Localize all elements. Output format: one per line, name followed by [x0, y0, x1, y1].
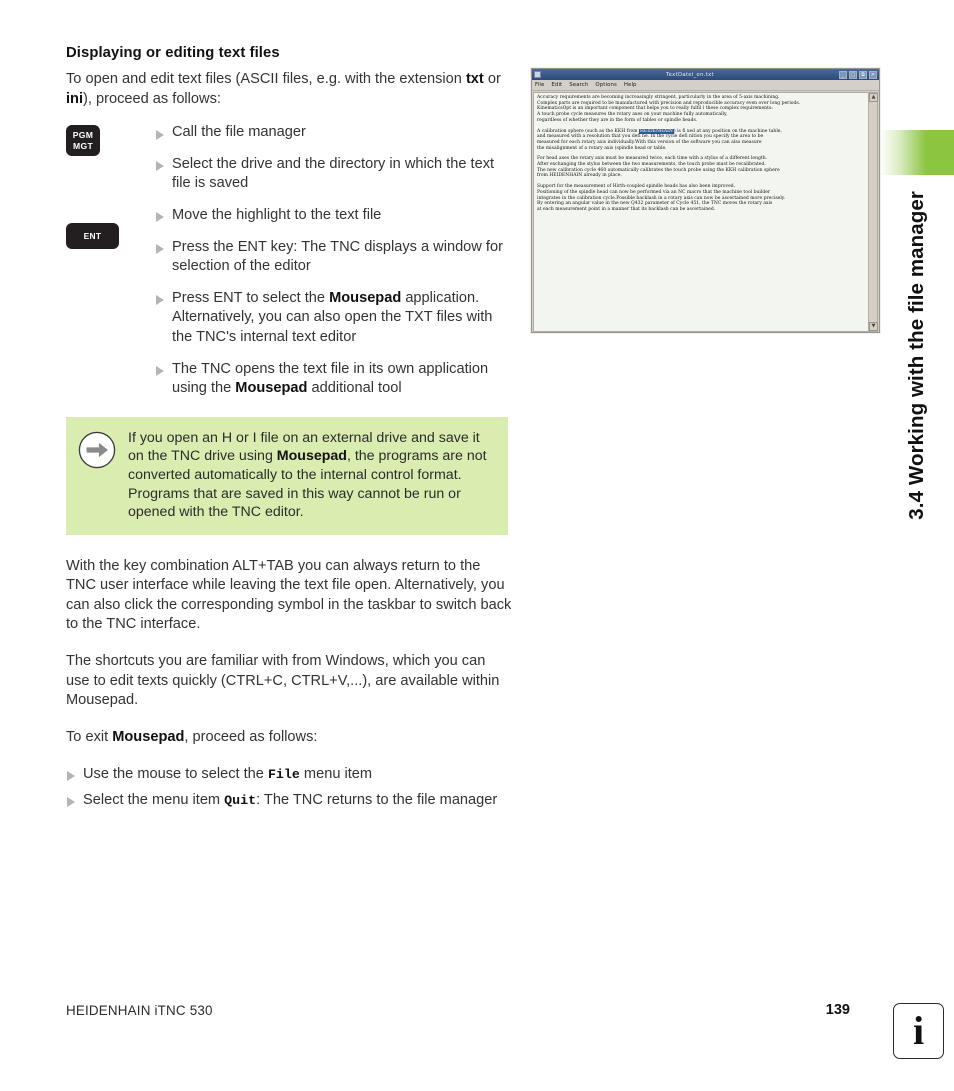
tail-paragraph: The shortcuts you are familiar with from… — [66, 653, 500, 709]
text-editor-area[interactable]: Accuracy requirements are becoming incre… — [533, 92, 878, 332]
pgm-mgt-key-icon: PGM MGT — [66, 125, 100, 157]
pgm-mgt-key-line2: MGT — [73, 140, 93, 151]
intro-part-1: To open and edit text files (ASCII files… — [66, 71, 466, 87]
document-line: regardless of whether they are in the fo… — [537, 117, 698, 123]
tail-step-item: Use the mouse to select the File menu it… — [66, 764, 512, 785]
step-item: Select the drive and the directory in wh… — [155, 155, 512, 194]
window-menubar: File Edit Search Options Help — [532, 80, 879, 91]
document-paragraph: A calibration sphere (such as the KKH fr… — [537, 128, 865, 152]
maximize-button[interactable]: □ — [849, 70, 857, 79]
note-callout: If you open an H or I file on an externa… — [66, 416, 508, 535]
selected-text[interactable]: HEIDENHAIN — [638, 128, 674, 134]
document-line: the misalignment of a rotary axis (spind… — [537, 145, 667, 151]
procedure-steps: PGM MGT ENT Call the file manager Select… — [66, 123, 512, 399]
exit-pre: To exit — [66, 728, 113, 745]
menu-item-search[interactable]: Search — [569, 82, 588, 88]
step-text-pre: Press ENT to select the — [172, 289, 330, 306]
document-line-post: ) is fi xed at any position on the machi… — [673, 128, 782, 134]
menu-item-edit[interactable]: Edit — [551, 82, 562, 88]
application-icon — [534, 71, 541, 78]
mousepad-window-screenshot: TextDatei_en.txt _ □ ⧉ ✕ File Edit Searc… — [531, 68, 880, 333]
document-line: at each measurement point in a manner th… — [537, 206, 716, 212]
tail-step-mono: File — [267, 767, 300, 783]
main-content-column: Displaying or editing text files To open… — [66, 45, 512, 816]
step-text: Select the drive and the directory in wh… — [172, 155, 495, 192]
step-item: Press ENT to select the Mousepad applica… — [155, 289, 512, 348]
exit-bold: Mousepad — [112, 728, 185, 745]
step-text-bold: Mousepad — [235, 380, 308, 397]
step-text-post: additional tool — [307, 380, 402, 397]
document-paragraph: Support for the measurement of Hirth-cou… — [537, 184, 865, 213]
page-title: Displaying or editing text files — [66, 45, 280, 61]
step-text: Press the ENT key: The TNC displays a wi… — [172, 238, 503, 275]
tail-content: With the key combination ALT+TAB you can… — [66, 557, 512, 812]
step-item: The TNC opens the text file in its own a… — [155, 360, 512, 399]
tail-step-pre: Use the mouse to select the — [83, 766, 268, 783]
note-text: If you open an H or I file on an externa… — [128, 429, 496, 522]
tail-step-post: : The TNC returns to the file manager — [256, 792, 498, 809]
side-tab-title: 3.4 Working with the file manager — [880, 0, 954, 520]
intro-part-2: or — [483, 71, 501, 87]
step-item: Move the highlight to the text file — [155, 206, 512, 226]
document-line: from HEIDENHAIN already in place. — [537, 173, 622, 179]
scroll-up-icon[interactable]: ▲ — [869, 93, 878, 102]
tail-step-mono: Quit — [224, 793, 257, 809]
note-text-bold: Mousepad — [276, 448, 347, 465]
exit-instruction: To exit Mousepad, proceed as follows: — [66, 728, 512, 748]
tail-paragraph: With the key combination ALT+TAB you can… — [66, 557, 512, 633]
step-text: Move the highlight to the text file — [172, 206, 382, 223]
step-text-bold: Mousepad — [329, 289, 402, 306]
intro-bold-txt: txt — [465, 71, 484, 87]
close-button[interactable]: ✕ — [869, 70, 877, 79]
window-titlebar: TextDatei_en.txt _ □ ⧉ ✕ — [532, 69, 879, 80]
page-footer: HEIDENHAIN iTNC 530 139 — [66, 1002, 876, 1018]
step-text: Call the file manager — [172, 124, 306, 141]
tail-step-pre: Select the menu item — [83, 792, 225, 809]
side-tab-title-text: 3.4 Working with the file manager — [905, 191, 928, 520]
document-line-pre: A calibration sphere (such as the KKH fr… — [537, 128, 639, 134]
tail-step-post: menu item — [299, 766, 373, 783]
step-item: Call the file manager — [155, 123, 512, 143]
menu-item-help[interactable]: Help — [624, 82, 637, 88]
info-icon-glyph: i — [912, 1008, 925, 1053]
window-controls: _ □ ⧉ ✕ — [839, 70, 877, 79]
vertical-scrollbar[interactable]: ▲ ▼ — [868, 93, 878, 331]
document-paragraph: For head axes the rotary axis must be me… — [537, 156, 865, 179]
step-item: Press the ENT key: The TNC displays a wi… — [155, 238, 512, 277]
menu-item-options[interactable]: Options — [595, 82, 617, 88]
document-text[interactable]: Accuracy requirements are becoming incre… — [534, 93, 868, 331]
info-icon: i — [893, 1003, 944, 1059]
ent-key-icon: ENT — [66, 223, 119, 250]
tail-step-item: Select the menu item Quit: The TNC retur… — [66, 790, 512, 811]
side-tab: 3.4 Working with the file manager — [880, 0, 954, 520]
window-title: TextDatei_en.txt — [666, 71, 714, 78]
footer-brand: HEIDENHAIN iTNC 530 — [66, 1002, 213, 1018]
intro-paragraph: To open and edit text files (ASCII files… — [66, 70, 512, 109]
page-number: 139 — [825, 1002, 850, 1018]
intro-part-3: ), proceed as follows: — [83, 90, 221, 107]
scroll-down-icon[interactable]: ▼ — [869, 322, 878, 331]
minimize-button[interactable]: _ — [839, 70, 847, 79]
restore-button[interactable]: ⧉ — [859, 70, 867, 79]
menu-item-file[interactable]: File — [535, 82, 544, 88]
exit-post: , proceed as follows: — [184, 728, 318, 745]
intro-bold-ini: ini — [66, 90, 84, 107]
ent-key-label: ENT — [83, 231, 102, 242]
pgm-mgt-key-line1: PGM — [72, 130, 94, 141]
document-paragraph: Accuracy requirements are becoming incre… — [537, 95, 865, 124]
arrow-right-icon — [78, 431, 116, 469]
